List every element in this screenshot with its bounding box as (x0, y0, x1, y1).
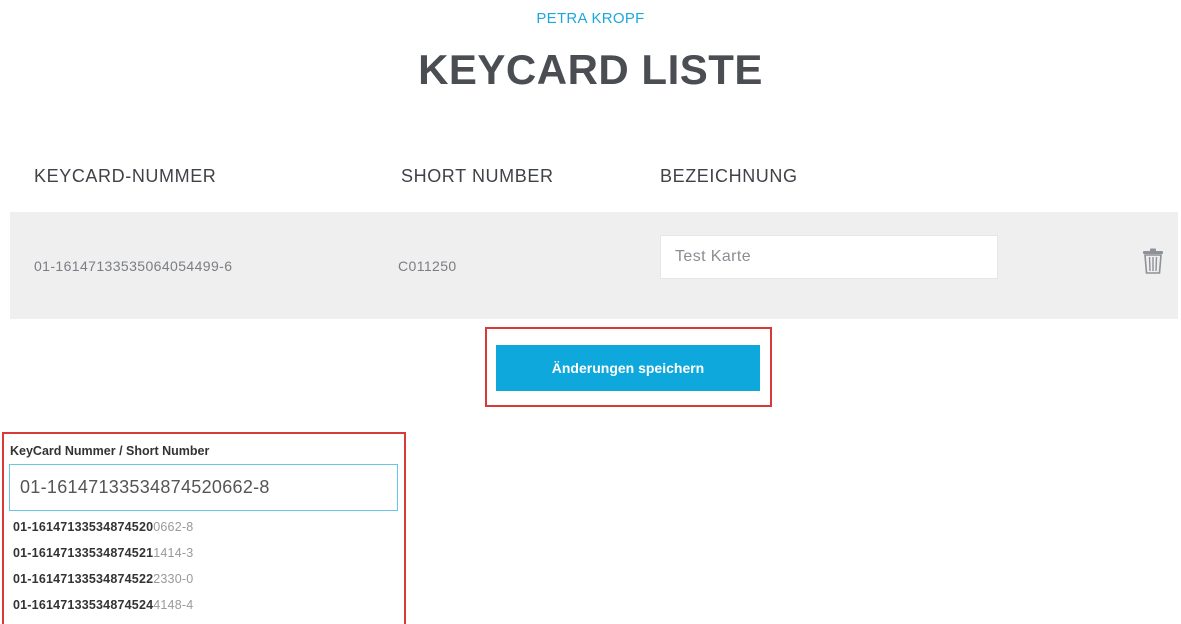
keycard-number-cell: 01-16147133535064054499-6 (34, 258, 233, 274)
column-header-keycard-number: KEYCARD-NUMMER (34, 166, 217, 186)
save-changes-button[interactable]: Änderungen speichern (496, 345, 760, 391)
suggestion-item[interactable]: 01-161471335348745244148-4 (13, 598, 193, 612)
search-label: KeyCard Nummer / Short Number (10, 444, 210, 458)
suggestion-item[interactable]: 01-161471335348745200662-8 (13, 520, 193, 534)
column-header-description: BEZEICHNUNG (660, 166, 798, 186)
suggestion-item[interactable]: 01-161471335348745211414-3 (13, 546, 193, 560)
table-row: 01-16147133535064054499-6 C011250 (10, 212, 1178, 319)
description-input[interactable] (660, 235, 998, 279)
user-name: PETRA KROPF (536, 10, 645, 27)
trash-icon[interactable] (1142, 248, 1164, 274)
keycard-search-input[interactable] (9, 464, 398, 511)
page-title: KEYCARD LISTE (418, 46, 763, 93)
short-number-cell: C011250 (398, 258, 457, 274)
column-header-short-number: SHORT NUMBER (401, 166, 554, 186)
suggestion-item[interactable]: 01-161471335348745222330-0 (13, 572, 193, 586)
